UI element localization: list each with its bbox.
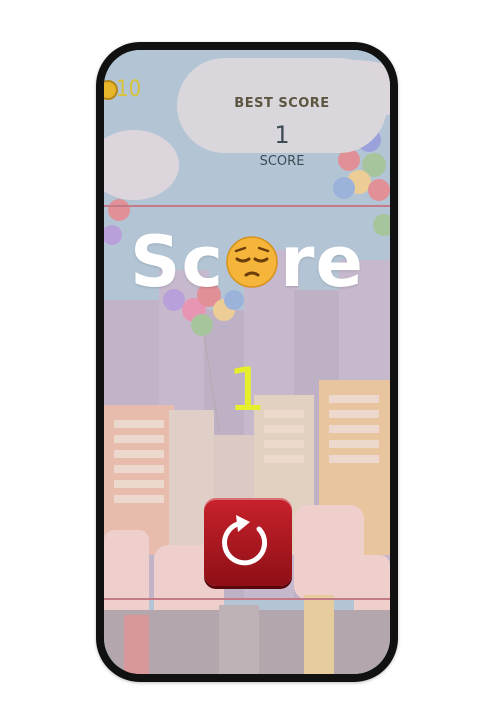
top-divider xyxy=(104,205,390,207)
restart-button[interactable] xyxy=(204,498,292,586)
score-label: SCORE xyxy=(259,154,305,169)
restart-icon xyxy=(222,515,268,566)
scoreboard: BEST SCORE 1 SCORE xyxy=(177,58,387,169)
game-over-title: Sc re xyxy=(104,216,390,303)
current-score-value: 1 xyxy=(274,121,290,149)
title-end: re xyxy=(279,220,364,303)
coin-count: 10 xyxy=(116,77,142,102)
best-score-label: BEST SCORE xyxy=(234,96,330,111)
title-start: Sc xyxy=(130,220,224,303)
phone-frame: 10 BEST SCORE 1 SCORE Sc re 1 xyxy=(96,42,398,682)
pensive-face-emoji xyxy=(226,236,278,288)
bottom-divider xyxy=(104,598,390,600)
game-screen: 10 BEST SCORE 1 SCORE Sc re 1 xyxy=(104,50,390,674)
final-score: 1 xyxy=(227,355,267,425)
